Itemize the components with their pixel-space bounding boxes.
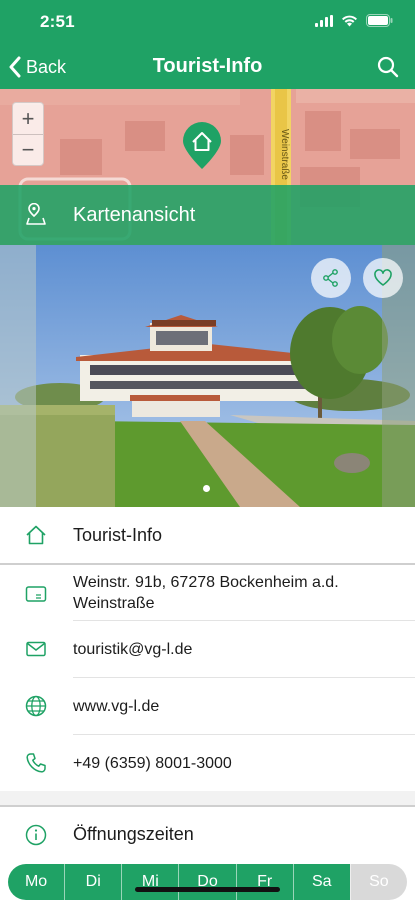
map-location-icon — [26, 203, 46, 225]
wifi-icon — [342, 15, 357, 26]
zoom-in-button[interactable]: + — [13, 103, 43, 134]
map-preview[interactable]: Weinstraße + − Kartenansicht — [0, 89, 415, 245]
search-button[interactable] — [373, 52, 403, 82]
section-gap — [0, 791, 415, 805]
info-name-row: Tourist-Info — [0, 507, 415, 563]
address-row[interactable]: Weinstr. 91b, 67278 Bockenheim a.d. Wein… — [0, 565, 415, 620]
email-row[interactable]: touristik@vg-l.de — [0, 621, 415, 677]
address-card-icon — [23, 581, 49, 607]
globe-icon — [23, 693, 49, 719]
building-photo — [0, 245, 415, 507]
home-indicator — [135, 887, 280, 892]
signal-icon — [315, 14, 333, 27]
day-fr[interactable]: Fr — [235, 864, 293, 900]
map-view-label: Kartenansicht — [73, 203, 196, 226]
address-text: Weinstr. 91b, 67278 Bockenheim a.d. Wein… — [73, 574, 339, 612]
phone-text: +49 (6359) 8001-3000 — [73, 755, 232, 772]
street-label: Weinstraße — [279, 129, 290, 180]
back-label: Back — [26, 56, 67, 77]
day-di[interactable]: Di — [64, 864, 122, 900]
home-pin-icon[interactable] — [181, 122, 223, 170]
email-text: touristik@vg-l.de — [73, 641, 193, 658]
zoom-out-button[interactable]: − — [13, 134, 43, 165]
top-bar: 2:51 Back Tourist-Info — [0, 0, 415, 89]
gallery-page-indicator — [203, 485, 210, 492]
website-row[interactable]: www.vg-l.de — [0, 678, 415, 734]
map-view-button[interactable]: Kartenansicht — [0, 185, 415, 245]
share-icon — [323, 269, 338, 287]
heart-icon — [374, 269, 392, 286]
battery-icon — [366, 14, 393, 27]
day-do[interactable]: Do — [178, 864, 236, 900]
zoom-control: + − — [12, 102, 44, 166]
opening-hours-row[interactable]: Öffnungszeiten — [0, 807, 415, 862]
status-time: 2:51 — [40, 12, 75, 31]
back-button[interactable]: Back — [8, 52, 66, 82]
status-icons — [315, 14, 393, 27]
day-mi[interactable]: Mi — [121, 864, 179, 900]
day-sa[interactable]: Sa — [292, 864, 350, 900]
opening-hours-label: Öffnungszeiten — [73, 824, 194, 844]
favorite-button[interactable] — [363, 258, 403, 298]
day-mo[interactable]: Mo — [8, 864, 65, 900]
day-so[interactable]: So — [349, 864, 407, 900]
info-name: Tourist-Info — [73, 525, 163, 545]
weekday-selector: Mo Di Mi Do Fr Sa So — [8, 864, 407, 900]
info-icon — [23, 822, 49, 848]
mail-icon — [23, 636, 49, 662]
phone-icon — [23, 750, 49, 776]
share-button[interactable] — [311, 258, 351, 298]
home-icon — [23, 522, 49, 548]
photo-gallery[interactable] — [0, 245, 415, 507]
phone-row[interactable]: +49 (6359) 8001-3000 — [0, 735, 415, 791]
search-icon — [377, 56, 399, 78]
website-text: www.vg-l.de — [73, 698, 160, 715]
chevron-left-icon — [9, 56, 21, 78]
